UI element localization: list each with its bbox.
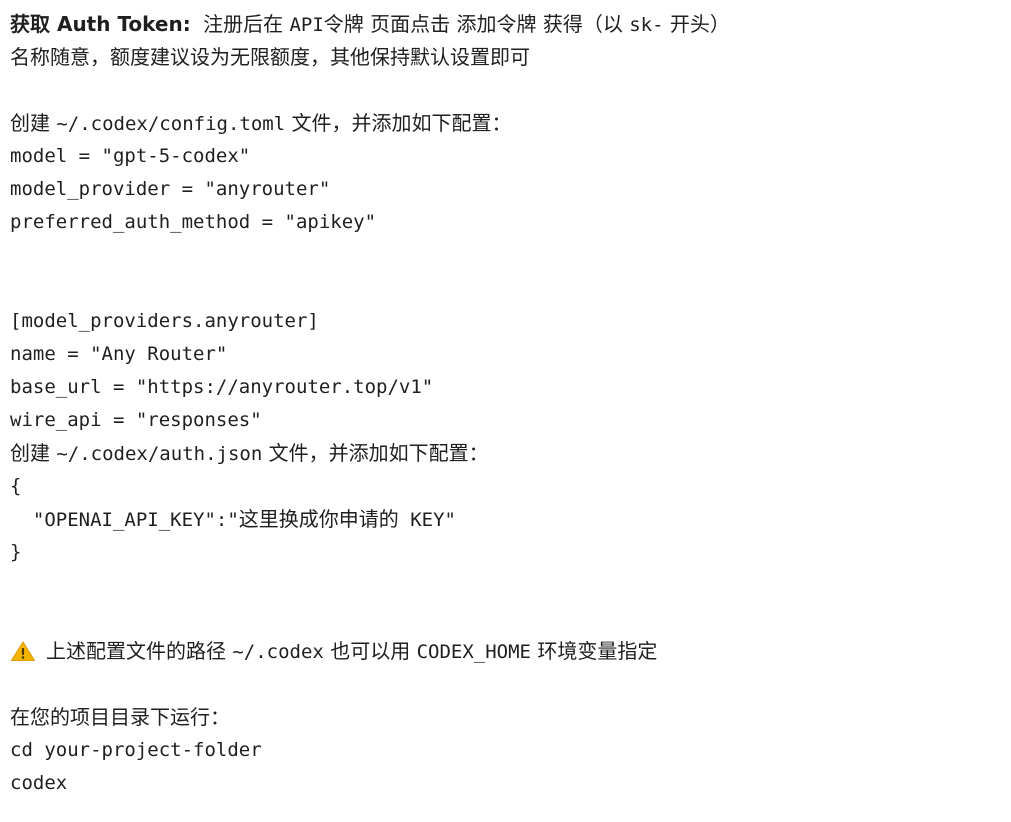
config-toml-path: ~/.codex/config.toml: [56, 113, 286, 135]
document-body: 获取 Auth Token: 注册后在 API令牌 页面点击 添加令牌 获得（以…: [10, 8, 1001, 822]
note-text-pre: 上述配置文件的路径: [46, 639, 226, 663]
note-env-var: CODEX_HOME: [416, 641, 531, 663]
note-text-post: 环境变量指定: [537, 639, 658, 663]
config-section-header: [model_providers.anyrouter]: [10, 310, 319, 332]
config-lead-pre: 创建: [10, 111, 50, 135]
intro-api-code: API: [289, 14, 324, 36]
intro-line-2: 名称随意，额度建议设为无限额度，其他保持默认设置即可: [10, 45, 530, 69]
intro-sk-prefix: sk-: [629, 14, 664, 36]
warning-icon: [10, 639, 36, 661]
codex-home-note: 上述配置文件的路径 ~/.codex 也可以用 CODEX_HOME 环境变量指…: [10, 635, 1001, 668]
auth-json-key-line: "OPENAI_API_KEY":"这里换成你申请的 KEY": [10, 503, 1001, 536]
intro-add-token: 添加令牌: [456, 12, 537, 36]
auth-json-close: }: [10, 541, 22, 563]
config-line-name: name = "Any Router": [10, 343, 228, 365]
auth-key-tail: KEY": [398, 509, 456, 531]
auth-json-lead: 创建 ~/.codex/auth.json 文件，并添加如下配置：: [10, 437, 1001, 470]
run-cmd-codex: codex: [10, 772, 68, 794]
config-toml-lead: 创建 ~/.codex/config.toml 文件，并添加如下配置：: [10, 107, 1001, 140]
config-line-auth-method: preferred_auth_method = "apikey": [10, 211, 377, 233]
config-line-base-url: base_url = "https://anyrouter.top/v1": [10, 376, 434, 398]
config-line-wire-api: wire_api = "responses": [10, 409, 262, 431]
auth-token-line: 获取 Auth Token: 注册后在 API令牌 页面点击 添加令牌 获得（以…: [10, 8, 1001, 41]
auth-lead-pre: 创建: [10, 441, 50, 465]
auth-json-path: ~/.codex/auth.json: [56, 443, 263, 465]
intro-text-4: 开头）: [669, 12, 730, 36]
config-line-model: model = "gpt-5-codex": [10, 145, 251, 167]
auth-key-placeholder: 这里换成你申请的: [238, 507, 399, 531]
intro-text-2: 令牌 页面点击: [323, 12, 451, 36]
run-lead: 在您的项目目录下运行：: [10, 705, 230, 729]
config-lead-post: 文件，并添加如下配置：: [291, 111, 512, 135]
auth-json-open: {: [10, 475, 22, 497]
note-codex-path: ~/.codex: [232, 641, 324, 663]
auth-key-name: "OPENAI_API_KEY":": [10, 509, 239, 531]
run-cmd-cd: cd your-project-folder: [10, 739, 262, 761]
config-line-provider: model_provider = "anyrouter": [10, 178, 331, 200]
intro-text-1: 注册后在: [203, 12, 284, 36]
auth-lead-post: 文件，并添加如下配置：: [268, 441, 489, 465]
auth-token-title: 获取 Auth Token:: [10, 12, 191, 36]
note-text-mid: 也可以用: [330, 639, 411, 663]
intro-text-3: 获得（以: [542, 12, 623, 36]
